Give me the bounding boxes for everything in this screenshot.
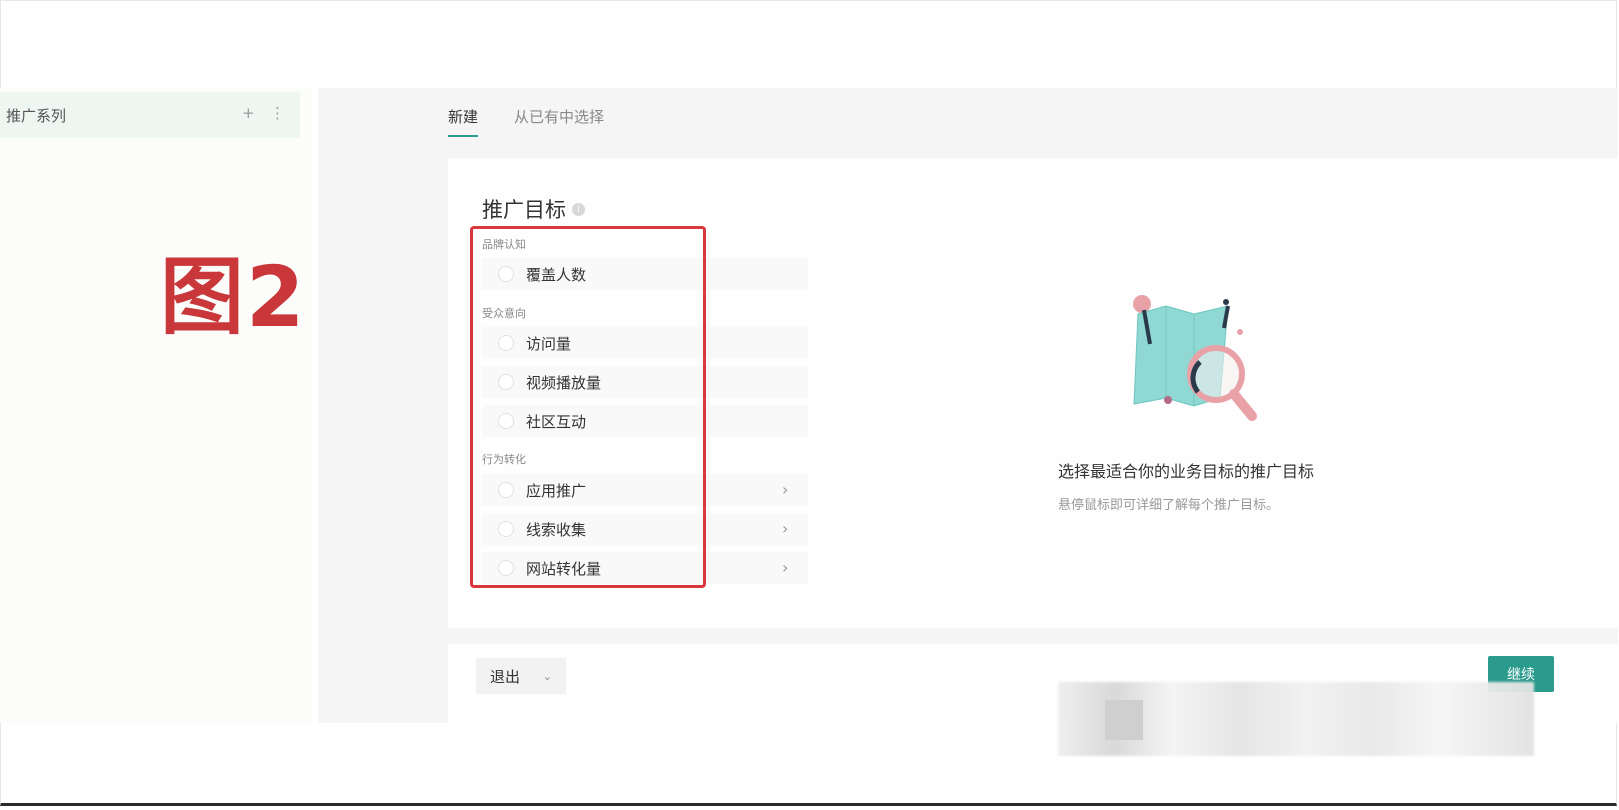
tab-bar: 新建 从已有中选择 — [448, 106, 604, 137]
tab-choose-existing[interactable]: 从已有中选择 — [514, 106, 604, 137]
sidebar-item-label: 推广系列 — [6, 106, 67, 125]
more-icon[interactable]: ⋮ — [270, 104, 285, 122]
annotation-highlight-box — [470, 226, 706, 588]
annotation-label: 图2 — [160, 248, 307, 346]
map-magnifier-icon — [1133, 295, 1257, 421]
tab-new[interactable]: 新建 — [448, 106, 479, 137]
sidebar: 推广系列 + ⋮ — [0, 88, 312, 723]
objective-title-text: 推广目标 — [482, 198, 566, 222]
side-panel-subtitle: 悬停鼠标即可详细了解每个推广目标。 — [1058, 498, 1280, 513]
objective-card: 推广目标 i 品牌认知 覆盖人数 受众意向 访问量 视频播放量 社区互动 行为转… — [448, 158, 1618, 628]
chevron-right-icon: › — [782, 558, 789, 577]
exit-button[interactable]: 退出 ⌄ — [476, 658, 566, 694]
exit-label: 退出 — [490, 667, 521, 686]
chevron-right-icon: › — [782, 480, 789, 499]
plus-icon[interactable]: + — [242, 104, 255, 122]
side-panel-title: 选择最适合你的业务目标的推广目标 — [1058, 462, 1315, 481]
blurred-watermark-block — [1105, 700, 1143, 740]
sidebar-item-campaign-series[interactable]: 推广系列 + ⋮ — [0, 92, 300, 138]
main-panel: 新建 从已有中选择 推广目标 i 品牌认知 覆盖人数 受众意向 访问量 视频播放… — [318, 88, 1618, 723]
chevron-down-icon: ⌄ — [542, 669, 552, 683]
chevron-right-icon: › — [782, 519, 789, 538]
objective-title: 推广目标 i — [482, 194, 585, 224]
info-icon[interactable]: i — [572, 202, 585, 216]
